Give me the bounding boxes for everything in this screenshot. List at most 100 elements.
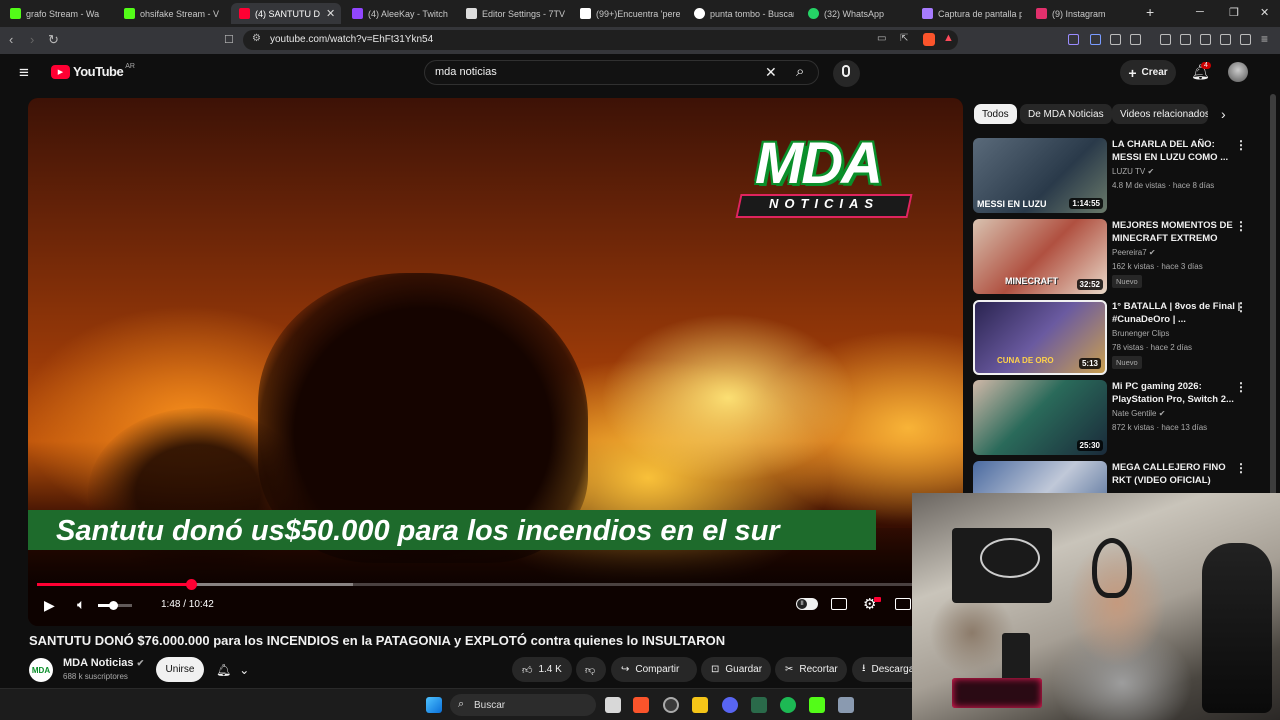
hamburger-menu-icon[interactable]: ≡: [19, 63, 29, 83]
spotify-icon[interactable]: [780, 697, 796, 713]
extensions-puzzle-icon[interactable]: [1110, 34, 1121, 45]
related-channel[interactable]: Brunenger Clips: [1112, 329, 1169, 338]
browser-tab[interactable]: Captura de pantalla pc: [922, 3, 1022, 24]
cast-icon[interactable]: ▭: [877, 33, 886, 44]
autoplay-toggle[interactable]: II: [796, 598, 818, 610]
channel-avatar[interactable]: MDA: [29, 658, 53, 682]
share-button[interactable]: ↪ Compartir: [611, 657, 697, 682]
scrubber-handle[interactable]: [186, 579, 198, 590]
app-icon[interactable]: [838, 697, 854, 713]
video-thumbnail[interactable]: [973, 461, 1107, 493]
related-video-title[interactable]: 1° BATALLA | 8vos de Final | #CunaDeOro …: [1112, 300, 1242, 326]
related-video[interactable]: MEGA CALLEJERO FINO RKT (VIDEO OFICIAL) …: [973, 461, 1253, 493]
extension-icon[interactable]: [1068, 34, 1079, 45]
close-tab-icon[interactable]: ✕: [326, 7, 335, 20]
browser-tab-active[interactable]: (4) SANTUTU D: [231, 3, 341, 24]
download-button[interactable]: ⭳ Descargar: [852, 657, 912, 682]
brave-rewards-icon[interactable]: ▲: [943, 32, 954, 44]
extension-icon[interactable]: [1090, 34, 1101, 45]
chevron-right-icon[interactable]: ›: [1221, 106, 1226, 122]
video-thumbnail[interactable]: MINECRAFT 32:52: [973, 219, 1107, 294]
voice-search-button[interactable]: [833, 60, 860, 87]
more-options-icon[interactable]: ⋮: [1235, 380, 1247, 394]
browser-tab[interactable]: grafo Stream - Wa: [10, 3, 110, 24]
chip-from-channel[interactable]: De MDA Noticias: [1020, 104, 1112, 124]
clip-button[interactable]: ✂ Recortar: [775, 657, 847, 682]
browser-tab[interactable]: punta tombo - Buscar: [694, 3, 794, 24]
related-video[interactable]: MESSI EN LUZU 1:14:55 LA CHARLA DEL AÑO:…: [973, 138, 1253, 214]
miniplayer-icon[interactable]: [895, 598, 911, 610]
menu-icon[interactable]: ≡: [1261, 32, 1268, 46]
more-options-icon[interactable]: ⋮: [1235, 138, 1247, 152]
more-options-icon[interactable]: ⋮: [1235, 300, 1247, 314]
app-icon[interactable]: [751, 697, 767, 713]
reload-icon[interactable]: ↻: [48, 32, 59, 48]
chip-related[interactable]: Videos relacionados: [1112, 104, 1208, 124]
related-channel[interactable]: Peereira7 ✔: [1112, 248, 1156, 257]
share-icon[interactable]: ⇱: [900, 33, 908, 44]
account-avatar[interactable]: [1228, 62, 1248, 82]
new-tab-button[interactable]: +: [1146, 4, 1154, 20]
youtube-logo[interactable]: ▶ YouTube AR: [51, 63, 135, 79]
create-button[interactable]: + Crear: [1120, 60, 1176, 85]
search-icon[interactable]: ⌕: [796, 63, 804, 80]
volume-slider[interactable]: [98, 601, 132, 610]
discord-icon[interactable]: [722, 697, 738, 713]
search-input[interactable]: mda noticias ✕ ⌕: [424, 60, 819, 85]
progress-bar[interactable]: [37, 579, 954, 590]
windows-start-icon[interactable]: [426, 697, 442, 713]
video-thumbnail[interactable]: 25:30: [973, 380, 1107, 455]
ai-icon[interactable]: [1220, 34, 1231, 45]
minimize-icon[interactable]: ─: [1196, 6, 1204, 18]
related-video-title[interactable]: MEJORES MOMENTOS DE MINECRAFT EXTREMO: [1112, 219, 1242, 245]
browser-tab[interactable]: ohsifake Stream - V: [124, 3, 220, 24]
related-video-title[interactable]: Mi PC gaming 2026: PlayStation Pro, Swit…: [1112, 380, 1242, 406]
browser-tab[interactable]: (9) Instagram: [1036, 3, 1136, 24]
video-thumbnail[interactable]: MESSI EN LUZU 1:14:55: [973, 138, 1107, 213]
browser-tab[interactable]: (4) AleeKay - Twitch: [352, 3, 452, 24]
vpn-icon[interactable]: [1240, 34, 1251, 45]
task-view-icon[interactable]: [605, 697, 621, 713]
maximize-icon[interactable]: ❐: [1229, 6, 1239, 19]
dislike-button[interactable]: 👎︎: [576, 657, 606, 682]
close-window-icon[interactable]: ✕: [1260, 6, 1269, 19]
taskbar-search[interactable]: ⌕ Buscar: [450, 694, 596, 716]
related-video[interactable]: MINECRAFT 32:52 MEJORES MOMENTOS DE MINE…: [973, 219, 1253, 295]
site-info-icon[interactable]: ⚙: [252, 33, 261, 44]
volume-icon[interactable]: 🔈︎: [77, 596, 85, 613]
browser-tab[interactable]: Editor Settings - 7TV: [466, 3, 566, 24]
more-options-icon[interactable]: ⋮: [1235, 461, 1247, 475]
media-icon[interactable]: [1160, 34, 1171, 45]
related-channel[interactable]: LUZU TV ✔: [1112, 167, 1154, 176]
channel-name[interactable]: MDA Noticias ✔: [63, 657, 144, 669]
brave-icon[interactable]: [633, 697, 649, 713]
address-bar[interactable]: ⚙ youtube.com/watch?v=EhFt31Ykn54 ▭ ⇱ ▲: [243, 30, 958, 50]
clear-search-icon[interactable]: ✕: [765, 64, 777, 81]
subscription-bell-button[interactable]: 🔔︎ ⌄: [212, 657, 256, 682]
related-video-title[interactable]: LA CHARLA DEL AÑO: MESSI EN LUZU COMO ..…: [1112, 138, 1242, 164]
browser-tab[interactable]: (32) WhatsApp: [808, 3, 908, 24]
app-icon[interactable]: [663, 697, 679, 713]
extension-icon[interactable]: [1130, 34, 1141, 45]
subtitles-icon[interactable]: [831, 598, 847, 610]
video-player[interactable]: MDA NOTICIAS Santutu donó us$50.000 para…: [28, 98, 963, 626]
like-button[interactable]: 👍︎ 1.4 K: [512, 657, 572, 682]
wallet-icon[interactable]: [1200, 34, 1211, 45]
more-options-icon[interactable]: ⋮: [1235, 219, 1247, 233]
bookmark-icon[interactable]: ☐: [224, 33, 234, 46]
save-button[interactable]: ⊡ Guardar: [701, 657, 771, 682]
related-video-title[interactable]: MEGA CALLEJERO FINO RKT (VIDEO OFICIAL): [1112, 461, 1242, 487]
file-explorer-icon[interactable]: [692, 697, 708, 713]
video-thumbnail[interactable]: CUNA DE ORO 5:13: [973, 300, 1107, 375]
related-video[interactable]: 25:30 Mi PC gaming 2026: PlayStation Pro…: [973, 380, 1253, 456]
related-video[interactable]: CUNA DE ORO 5:13 1° BATALLA | 8vos de Fi…: [973, 300, 1253, 376]
join-button[interactable]: Unirse: [156, 657, 204, 682]
chip-all[interactable]: Todos: [974, 104, 1017, 124]
forward-icon[interactable]: ›: [30, 32, 34, 47]
related-channel[interactable]: Nate Gentile ✔: [1112, 409, 1165, 418]
kick-icon[interactable]: [809, 697, 825, 713]
back-icon[interactable]: ‹: [9, 32, 13, 47]
browser-tab[interactable]: (99+)Encuentra 'perei: [580, 3, 680, 24]
play-icon[interactable]: ▶: [44, 597, 55, 614]
brave-shield-icon[interactable]: [923, 33, 935, 46]
